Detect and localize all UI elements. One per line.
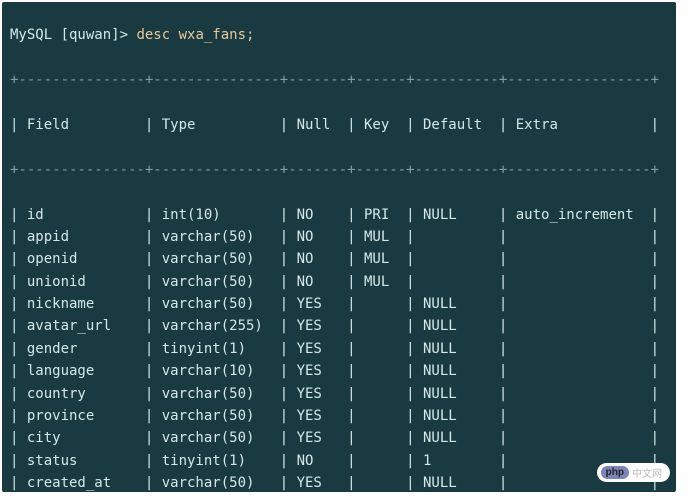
- data-rows-container: | id | int(10) | NO | PRI | NULL | auto_…: [10, 204, 668, 492]
- table-row: | status | tinyint(1) | NO | | 1 | |: [10, 450, 668, 472]
- command-text: desc wxa_fans;: [136, 27, 254, 43]
- watermark-text: 中文网: [632, 465, 662, 480]
- table-row: | openid | varchar(50) | NO | MUL | | |: [10, 248, 668, 270]
- table-row: | gender | tinyint(1) | YES | | NULL | |: [10, 338, 668, 360]
- watermark-badge: php 中文网: [597, 463, 670, 482]
- separator-mid: +---------------+---------------+-------…: [10, 159, 668, 181]
- table-row: | avatar_url | varchar(255) | YES | | NU…: [10, 315, 668, 337]
- mysql-prompt: MySQL [quwan]>: [10, 27, 128, 43]
- table-row: | province | varchar(50) | YES | | NULL …: [10, 405, 668, 427]
- separator-top: +---------------+---------------+-------…: [10, 69, 668, 91]
- header-row: | Field | Type | Null | Key | Default | …: [10, 114, 668, 136]
- php-logo-icon: php: [601, 466, 629, 479]
- terminal-window[interactable]: MySQL [quwan]> desc wxa_fans; +---------…: [2, 2, 676, 492]
- table-row: | appid | varchar(50) | NO | MUL | | |: [10, 226, 668, 248]
- table-row: | nickname | varchar(50) | YES | | NULL …: [10, 293, 668, 315]
- table-row: | id | int(10) | NO | PRI | NULL | auto_…: [10, 204, 668, 226]
- table-row: | city | varchar(50) | YES | | NULL | |: [10, 427, 668, 449]
- table-row: | created_at | varchar(50) | YES | | NUL…: [10, 472, 668, 492]
- table-row: | unionid | varchar(50) | NO | MUL | | |: [10, 271, 668, 293]
- prompt-line: MySQL [quwan]> desc wxa_fans;: [10, 24, 668, 46]
- table-row: | country | varchar(50) | YES | | NULL |…: [10, 383, 668, 405]
- table-row: | language | varchar(10) | YES | | NULL …: [10, 360, 668, 382]
